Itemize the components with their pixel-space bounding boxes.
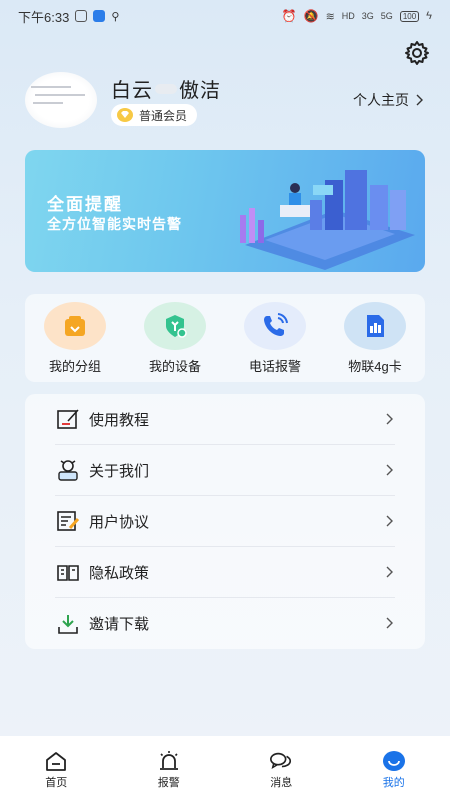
quick-action-phone-alarm[interactable]: 电话报警 (230, 302, 320, 382)
network-3g: 3G (361, 11, 374, 21)
network-5g: 5G (380, 11, 393, 21)
about-icon (55, 457, 81, 483)
chevron-right-icon (386, 515, 393, 527)
chevron-right-icon (386, 617, 393, 629)
diamond-icon (117, 108, 133, 122)
promo-banner[interactable]: 全面提醒 全方位智能实时告警 (25, 150, 425, 272)
cloud-emoji-icon (155, 83, 177, 94)
menu-item-label: 用户协议 (89, 513, 150, 531)
chevron-right-icon (416, 94, 423, 106)
menu-item-label: 隐私政策 (89, 564, 150, 582)
wifi-icon: ≋ (325, 10, 335, 23)
settings-menu: 使用教程 关于我们 用户协议 隐私政策 邀请下载 (25, 394, 425, 649)
group-icon (44, 302, 106, 350)
menu-item-agreement[interactable]: 用户协议 (55, 496, 395, 547)
network-hd: HD (341, 11, 355, 21)
member-level: 普通会员 (139, 108, 188, 123)
menu-item-privacy[interactable]: 隐私政策 (55, 547, 395, 598)
quick-actions-panel: 我的分组 我的设备 电话报警 物联4g卡 (25, 294, 425, 382)
tab-alarm[interactable]: 报警 (129, 750, 209, 790)
banner-title: 全面提醒 (47, 195, 123, 214)
battery-icon: 100 (399, 10, 420, 22)
profile-header: 白云 傲洁 普通会员 个人主页 (25, 72, 425, 128)
message-icon (269, 750, 293, 772)
tab-label: 首页 (45, 777, 68, 789)
privacy-icon (55, 559, 81, 585)
menu-item-label: 关于我们 (89, 462, 150, 480)
menu-item-tutorial[interactable]: 使用教程 (55, 394, 395, 445)
status-bar: 下午6:33 ⚲ ⏰ 🔕 ≋ HD 3G 5G 100 ϟ (0, 0, 450, 32)
sim-status-icon (75, 10, 88, 22)
charging-icon: ϟ (426, 10, 432, 22)
chevron-right-icon (386, 566, 393, 578)
menu-item-label: 使用教程 (89, 411, 150, 429)
alarm-icon (157, 750, 181, 772)
quick-action-label: 物联4g卡 (348, 359, 402, 374)
tab-label: 我的 (382, 777, 405, 789)
quick-action-label: 我的设备 (148, 359, 201, 374)
username: 白云 傲洁 (111, 74, 221, 103)
quick-action-iot-sim[interactable]: 物联4g卡 (330, 302, 420, 382)
tab-label: 报警 (157, 777, 180, 789)
device-icon (144, 302, 206, 350)
chevron-right-icon (386, 413, 393, 425)
tab-label: 消息 (270, 777, 293, 789)
agreement-icon (55, 508, 81, 534)
usb-icon: ⚲ (111, 10, 120, 23)
chevron-right-icon (386, 464, 393, 476)
download-icon (55, 611, 81, 637)
sim-card-icon (344, 302, 406, 350)
menu-item-invite-download[interactable]: 邀请下载 (55, 598, 395, 649)
quick-action-groups[interactable]: 我的分组 (30, 302, 120, 382)
member-badge: 普通会员 (111, 104, 198, 126)
alarm-clock-icon: ⏰ (281, 9, 297, 23)
quick-action-devices[interactable]: 我的设备 (130, 302, 220, 382)
server-illustration-icon (240, 170, 415, 270)
tab-profile[interactable]: 我的 (354, 750, 434, 790)
tab-home[interactable]: 首页 (16, 750, 96, 790)
avatar[interactable] (25, 72, 97, 128)
tutorial-icon (55, 406, 81, 432)
mute-icon: 🔕 (303, 9, 319, 23)
username-right: 傲洁 (179, 80, 221, 102)
username-left: 白云 (111, 80, 153, 102)
home-link-label: 个人主页 (353, 92, 409, 108)
banner-subtitle: 全方位智能实时告警 (47, 216, 182, 232)
home-icon (44, 750, 68, 772)
personal-homepage-link[interactable]: 个人主页 (353, 90, 423, 110)
profile-icon (382, 750, 406, 772)
settings-gear-icon[interactable] (404, 40, 430, 66)
battery-level: 100 (402, 11, 417, 21)
menu-item-about[interactable]: 关于我们 (55, 445, 395, 496)
tab-messages[interactable]: 消息 (241, 750, 321, 790)
status-time: 下午6:33 (18, 9, 70, 25)
phone-icon (244, 302, 306, 350)
bottom-tab-bar: 首页 报警 消息 我的 (0, 736, 450, 800)
app-notification-icon (93, 10, 106, 22)
quick-action-label: 我的分组 (48, 359, 101, 374)
menu-item-label: 邀请下载 (89, 616, 150, 633)
quick-action-label: 电话报警 (248, 359, 301, 374)
